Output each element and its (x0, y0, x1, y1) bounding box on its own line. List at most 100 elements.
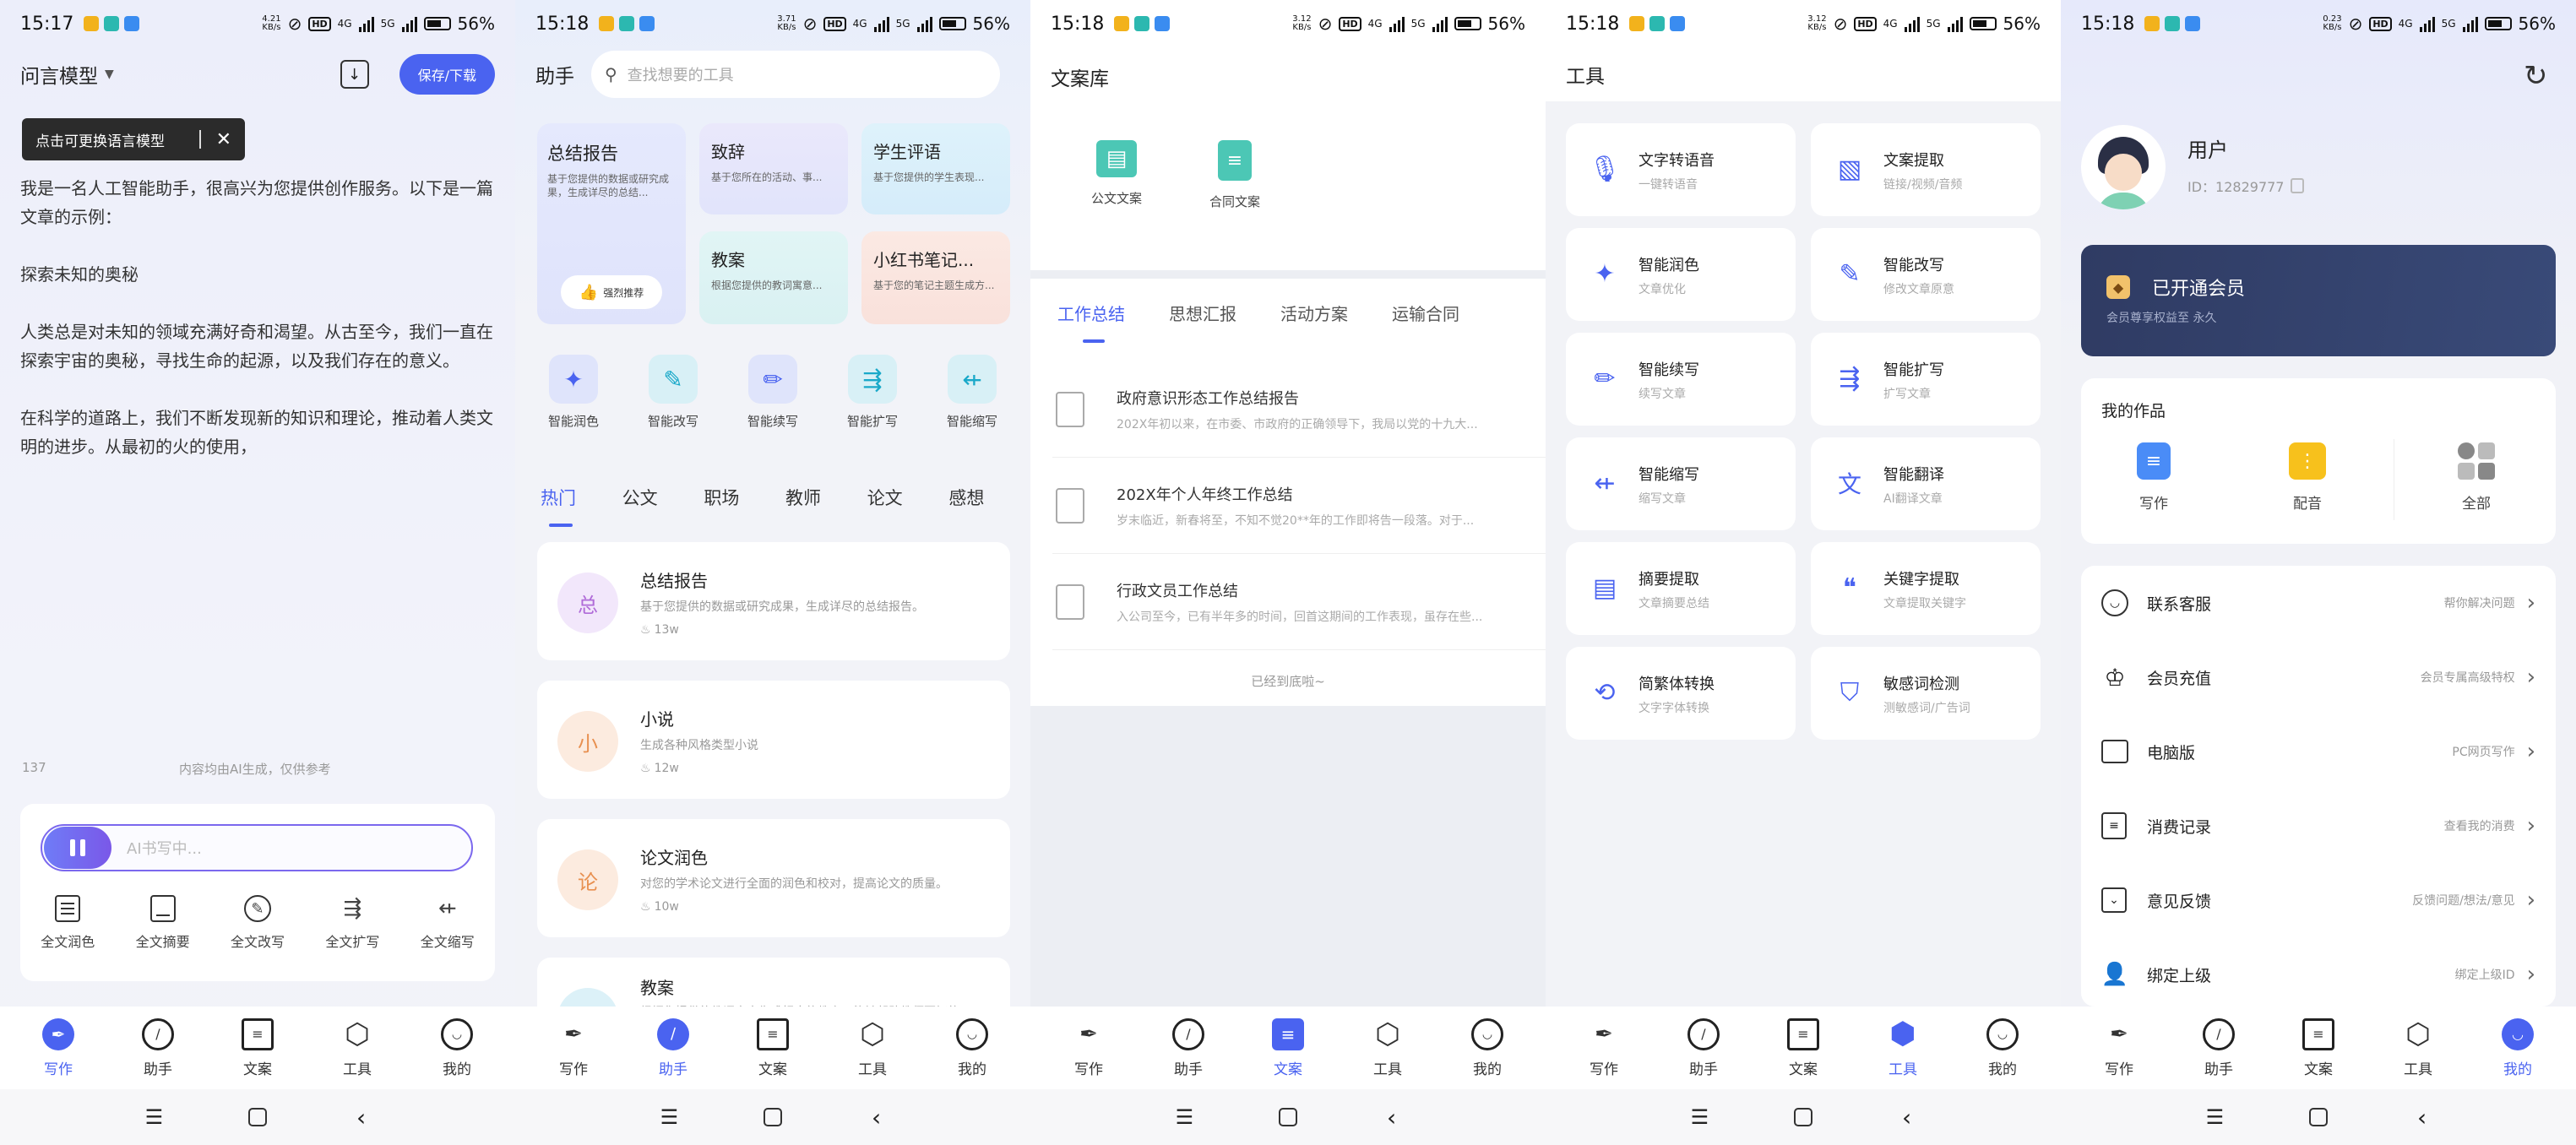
quick-expand[interactable]: ⇶ 智能扩写 (847, 355, 898, 430)
tool-summary[interactable]: ▤ 摘要提取 文章摘要总结 (1566, 542, 1796, 635)
type-public[interactable]: ▤ 公文文案 (1091, 140, 1142, 207)
ai-input[interactable]: AI书写中... (41, 824, 473, 871)
model-selector[interactable]: 问言模型 ▼ (20, 60, 114, 89)
back-nav-icon[interactable]: ‹ (1896, 1104, 1918, 1131)
tab-assistant[interactable]: ∕ 助手 (120, 1017, 196, 1078)
tool-sensitive[interactable]: ⛉ 敏感词检测 测敏感词/广告词 (1811, 647, 2041, 740)
cat-tab[interactable]: 思想汇报 (1169, 301, 1236, 325)
tab-assistant[interactable]: ∕ 助手 (1150, 1017, 1226, 1078)
menu-item-service[interactable]: ◡ 联系客服 帮你解决问题 › (2081, 578, 2556, 628)
doc-item[interactable]: 政府意识形态工作总结报告 202X年初以来，在市委、市政府的正确领导下，我局以党… (1052, 361, 1546, 458)
cat-tab[interactable]: 工作总结 (1057, 301, 1125, 325)
home-nav-icon[interactable] (247, 1108, 267, 1126)
works-write[interactable]: ≡ 写作 (2137, 442, 2171, 513)
tool-shrink-all[interactable]: ⇷ 全文缩写 (421, 895, 475, 951)
tool-expand-all[interactable]: ⇶ 全文扩写 (325, 895, 379, 951)
quick-continue[interactable]: ✏ 智能续写 (747, 355, 798, 430)
feature-card[interactable]: 小红书笔记... 基于您的笔记主题生成方... (861, 231, 1010, 324)
tool-extract[interactable]: ▧ 文案提取 链接/视频/音频 (1811, 123, 2041, 216)
back-nav-icon[interactable]: ‹ (866, 1104, 888, 1131)
search-input[interactable]: ⚲ 查找想要的工具 (591, 51, 1000, 98)
cat-tab[interactable]: 感想 (948, 485, 1030, 535)
list-item[interactable]: 论 论文润色 对您的学术论文进行全面的润色和校对，提高论文的质量。 ♨ 10w (537, 819, 1010, 937)
menu-nav-icon[interactable]: ☰ (1688, 1105, 1710, 1129)
back-nav-icon[interactable]: ‹ (351, 1104, 372, 1131)
tool-convert[interactable]: ⟲ 简繁体转换 文字字体转换 (1566, 647, 1796, 740)
quick-shrink[interactable]: ⇷ 智能缩写 (947, 355, 997, 430)
list-item[interactable]: 总 总结报告 基于您提供的数据或研究成果，生成详尽的总结报告。 ♨ 13w (537, 542, 1010, 660)
menu-item-recharge[interactable]: ♔ 会员充值 会员专属高级特权 › (2081, 652, 2556, 703)
cat-tab[interactable]: 教师 (785, 485, 867, 535)
menu-nav-icon[interactable]: ☰ (143, 1105, 165, 1129)
pause-button[interactable] (44, 827, 111, 869)
tab-write[interactable]: ✒ 写作 (535, 1018, 611, 1078)
cat-tab[interactable]: 活动方案 (1280, 301, 1348, 325)
feature-card[interactable]: 致辞 基于您所在的活动、事... (699, 123, 848, 214)
tab-library[interactable]: ≡ 文案 (1765, 1017, 1841, 1078)
menu-item-feedback[interactable]: ⌄ 意见反馈 反馈问题/想法/意见 › (2081, 875, 2556, 925)
cat-tab[interactable]: 热门 (541, 485, 622, 535)
tool-summary-all[interactable]: 全文摘要 (136, 895, 190, 951)
tab-write[interactable]: ✒ 写作 (2081, 1018, 2157, 1078)
menu-item-bind[interactable]: 👤 绑定上级 绑定上级ID › (2081, 949, 2556, 1000)
cat-tab[interactable]: 公文 (622, 485, 704, 535)
tab-tools[interactable]: ⬡ 工具 (834, 1017, 910, 1078)
home-nav-icon[interactable] (763, 1108, 782, 1126)
close-icon[interactable]: ✕ (216, 129, 231, 150)
tab-mine[interactable]: ◡ 我的 (1965, 1017, 2041, 1078)
feature-card[interactable]: 学生评语 基于您提供的学生表现... (861, 123, 1010, 214)
home-nav-icon[interactable] (2308, 1108, 2328, 1126)
save-button[interactable]: 保存/下载 (399, 54, 495, 95)
tool-polish[interactable]: ✦ 智能润色 文章优化 (1566, 228, 1796, 321)
menu-nav-icon[interactable]: ☰ (2204, 1105, 2225, 1129)
tab-tools[interactable]: ⬡ 工具 (1350, 1017, 1426, 1078)
cat-tab[interactable]: 运输合同 (1392, 301, 1459, 325)
tab-library[interactable]: ≡ 文案 (2280, 1017, 2356, 1078)
back-nav-icon[interactable]: ‹ (2411, 1104, 2433, 1131)
home-nav-icon[interactable] (1278, 1108, 1297, 1126)
tab-mine[interactable]: ◡ 我的 (1449, 1017, 1525, 1078)
menu-item-pc[interactable]: 电脑版 PC网页写作 › (2081, 726, 2556, 777)
download-icon[interactable]: ↓ (340, 60, 369, 89)
tool-tts[interactable]: 🎙 文字转语音 一键转语音 (1566, 123, 1796, 216)
cat-tab[interactable]: 论文 (867, 485, 949, 535)
tab-write[interactable]: ✒ 写作 (1051, 1018, 1127, 1078)
works-dub[interactable]: ⋮ 配音 (2289, 442, 2326, 513)
tool-polish-all[interactable]: 全文润色 (41, 895, 95, 951)
cat-tab[interactable]: 职场 (704, 485, 785, 535)
tool-keywords[interactable]: ❝ 关键字提取 文章提取关键字 (1811, 542, 2041, 635)
avatar[interactable] (2081, 125, 2166, 209)
tool-shrink[interactable]: ⇷ 智能缩写 缩写文章 (1566, 437, 1796, 530)
tab-write[interactable]: ✒ 写作 (20, 1017, 96, 1078)
doc-item[interactable]: 行政文员工作总结 入公司至今，已有半年多的时间，回首这期间的工作表现，虽存在些.… (1052, 554, 1546, 650)
tab-mine[interactable]: ◡ 我的 (419, 1017, 495, 1078)
tab-mine[interactable]: ◡ 我的 (2480, 1017, 2556, 1078)
refresh-icon[interactable]: ↻ (2524, 59, 2548, 93)
menu-nav-icon[interactable]: ☰ (1173, 1105, 1195, 1129)
copy-icon[interactable] (2291, 178, 2305, 193)
list-item[interactable]: 小 小说 生成各种风格类型小说 ♨ 12w (537, 681, 1010, 799)
tab-assistant[interactable]: ∕ 助手 (2181, 1017, 2257, 1078)
tab-library[interactable]: ≡ 文案 (220, 1017, 296, 1078)
tool-translate[interactable]: 文 智能翻译 AI翻译文章 (1811, 437, 2041, 530)
tab-assistant[interactable]: ∕ 助手 (1666, 1017, 1742, 1078)
tool-continue[interactable]: ✏ 智能续写 续写文章 (1566, 333, 1796, 426)
feature-card[interactable]: 教案 根据您提供的教词寓意... (699, 231, 848, 324)
vip-card[interactable]: ◆ 已开通会员 会员尊享权益至 永久 (2081, 245, 2556, 356)
tab-tools[interactable]: ⬡ 工具 (2380, 1017, 2456, 1078)
doc-item[interactable]: 202X年个人年终工作总结 岁末临近，新春将至，不知不觉20**年的工作即将告一… (1052, 458, 1546, 554)
tool-rewrite-all[interactable]: ✎ 全文改写 (231, 895, 285, 951)
quick-polish[interactable]: ✦ 智能润色 (548, 355, 599, 430)
type-contract[interactable]: ≡ 合同文案 (1209, 140, 1260, 210)
menu-nav-icon[interactable]: ☰ (658, 1105, 680, 1129)
tab-tools[interactable]: ⬢ 工具 (1865, 1017, 1941, 1078)
tab-write[interactable]: ✒ 写作 (1566, 1018, 1642, 1078)
tool-expand[interactable]: ⇶ 智能扩写 扩写文章 (1811, 333, 2041, 426)
tab-mine[interactable]: ◡ 我的 (934, 1017, 1010, 1078)
tool-rewrite[interactable]: ✎ 智能改写 修改文章原意 (1811, 228, 2041, 321)
back-nav-icon[interactable]: ‹ (1381, 1104, 1403, 1131)
home-nav-icon[interactable] (1793, 1108, 1812, 1126)
tab-library[interactable]: ≡ 文案 (735, 1017, 811, 1078)
menu-item-records[interactable]: ≡ 消费记录 查看我的消费 › (2081, 800, 2556, 851)
works-all[interactable]: 全部 (2458, 442, 2495, 513)
